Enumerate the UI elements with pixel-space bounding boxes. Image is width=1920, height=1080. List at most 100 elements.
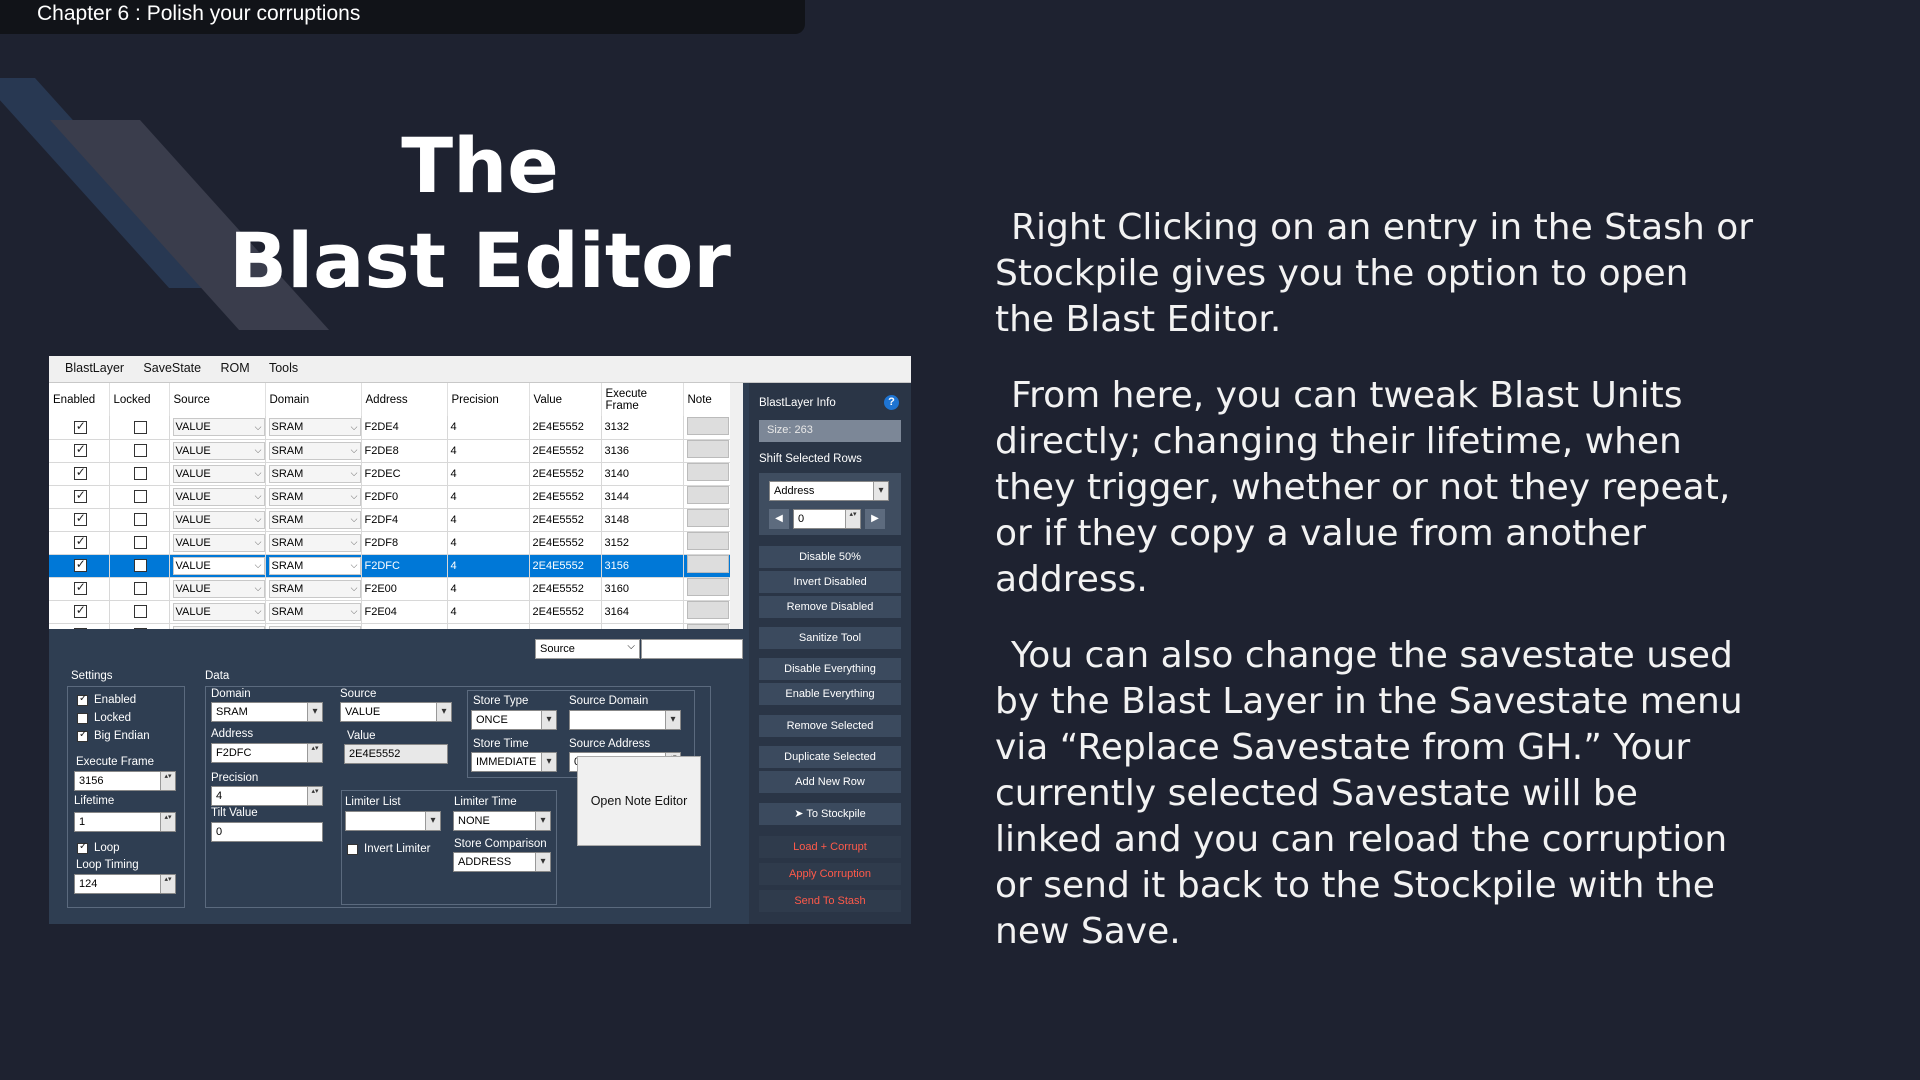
shift-right-icon[interactable]: ▶ (865, 509, 885, 529)
column-header[interactable]: Precision (447, 383, 530, 416)
limiter-time-dropdown[interactable]: NONE (453, 811, 551, 831)
source-cell[interactable]: VALUE⌵ (169, 416, 266, 440)
help-icon[interactable]: ? (884, 395, 899, 410)
source-cell[interactable]: VALUE⌵ (169, 623, 266, 629)
source-filter-dropdown[interactable]: Source (535, 639, 640, 659)
table-row[interactable]: VALUE⌵SRAM⌵F2DEC42E4E55523140 (49, 462, 731, 486)
source-cell[interactable]: VALUE⌵ (169, 531, 266, 555)
value-cell[interactable]: 2E4E5552 (529, 508, 602, 532)
domain-cell[interactable]: SRAM⌵ (265, 531, 362, 555)
enabled-cell[interactable] (49, 600, 110, 624)
source-cell[interactable]: VALUE⌵ (169, 485, 266, 509)
address-cell[interactable]: F2DE8 (361, 439, 448, 463)
domain-cell[interactable]: SRAM⌵ (265, 416, 362, 440)
source-cell[interactable]: VALUE⌵ (169, 600, 266, 624)
domain-cell[interactable]: SRAM⌵ (265, 508, 362, 532)
address-cell[interactable]: F2E08 (361, 623, 448, 629)
note-cell[interactable] (683, 600, 731, 624)
enabled-cell[interactable] (49, 623, 110, 629)
menu-savestate[interactable]: SaveState (127, 356, 201, 375)
execute-frame-cell[interactable]: 3144 (601, 485, 684, 509)
menu-blastlayer[interactable]: BlastLayer (49, 356, 124, 375)
note-cell[interactable] (683, 462, 731, 486)
domain-dropdown[interactable]: SRAM (211, 702, 323, 722)
table-row[interactable]: VALUE⌵SRAM⌵F2DF442E4E55523148 (49, 508, 731, 532)
source-cell[interactable]: VALUE⌵ (169, 554, 266, 578)
loop-timing-input[interactable]: 124 (74, 874, 176, 894)
column-header[interactable]: Note (683, 383, 731, 416)
note-cell[interactable] (683, 531, 731, 555)
address-input[interactable]: F2DFC (211, 743, 323, 763)
enabled-cell[interactable] (49, 531, 110, 555)
source-cell[interactable]: VALUE⌵ (169, 462, 266, 486)
precision-cell[interactable]: 4 (447, 554, 530, 578)
shift-left-icon[interactable]: ◀ (769, 509, 789, 529)
open-note-editor-button[interactable]: Open Note Editor (577, 756, 701, 846)
execute-frame-cell[interactable]: 3136 (601, 439, 684, 463)
duplicate-selected-button[interactable]: Duplicate Selected (759, 746, 901, 768)
note-button[interactable] (686, 578, 729, 596)
store-comparison-dropdown[interactable]: ADDRESS (453, 852, 551, 872)
value-cell[interactable]: 2E4E5552 (529, 416, 602, 440)
locked-cell[interactable] (109, 416, 170, 440)
enabled-cell[interactable] (49, 462, 110, 486)
locked-cell[interactable] (109, 462, 170, 486)
note-button[interactable] (686, 486, 729, 504)
precision-cell[interactable]: 4 (447, 485, 530, 509)
value-cell[interactable]: 2E4E5552 (529, 554, 602, 578)
table-row[interactable]: VALUE⌵SRAM⌵F2E0042E4E55523160 (49, 577, 731, 601)
value-cell[interactable]: 2E4E5552 (529, 439, 602, 463)
limiter-list-dropdown[interactable] (345, 811, 441, 831)
source-cell[interactable]: VALUE⌵ (169, 577, 266, 601)
filter-input[interactable] (641, 639, 743, 659)
table-row[interactable]: VALUE⌵SRAM⌵F2DE442E4E55523132 (49, 416, 731, 440)
execute-frame-cell[interactable]: 3152 (601, 531, 684, 555)
address-cell[interactable]: F2E00 (361, 577, 448, 601)
address-cell[interactable]: F2DEC (361, 462, 448, 486)
precision-cell[interactable]: 4 (447, 531, 530, 555)
domain-cell[interactable]: SRAM⌵ (265, 554, 362, 578)
locked-cell[interactable] (109, 439, 170, 463)
remove-selected-button[interactable]: Remove Selected (759, 715, 901, 737)
precision-cell[interactable]: 4 (447, 508, 530, 532)
execute-frame-input[interactable]: 3156 (74, 771, 176, 791)
enabled-cell[interactable] (49, 577, 110, 601)
precision-cell[interactable]: 4 (447, 623, 530, 629)
precision-cell[interactable]: 4 (447, 462, 530, 486)
table-row[interactable]: VALUE⌵SRAM⌵F2DE842E4E55523136 (49, 439, 731, 463)
column-header[interactable]: Address (361, 383, 448, 416)
note-cell[interactable] (683, 416, 731, 440)
store-time-dropdown[interactable]: IMMEDIATE (471, 752, 557, 772)
locked-cell[interactable] (109, 623, 170, 629)
note-button[interactable] (686, 416, 729, 435)
menu-rom[interactable]: ROM (204, 356, 249, 375)
value-cell[interactable]: 2E4E5552 (529, 577, 602, 601)
column-header[interactable]: Domain (265, 383, 362, 416)
sanitize-tool-button[interactable]: Sanitize Tool (759, 627, 901, 649)
value-cell[interactable]: 2E4E5552 (529, 600, 602, 624)
note-cell[interactable] (683, 577, 731, 601)
locked-cell[interactable] (109, 531, 170, 555)
remove-disabled-button[interactable]: Remove Disabled (759, 596, 901, 618)
execute-frame-cell[interactable]: 3156 (601, 554, 684, 578)
enabled-cell[interactable] (49, 485, 110, 509)
domain-cell[interactable]: SRAM⌵ (265, 462, 362, 486)
send-to-stash-button[interactable]: Send To Stash (759, 890, 901, 912)
table-row[interactable]: VALUE⌵SRAM⌵F2DF842E4E55523152 (49, 531, 731, 555)
lifetime-input[interactable]: 1 (74, 812, 176, 832)
table-row[interactable]: VALUE⌵SRAM⌵F2E0842E4E55523168 (49, 623, 731, 629)
precision-cell[interactable]: 4 (447, 416, 530, 440)
store-type-dropdown[interactable]: ONCE (471, 710, 557, 730)
value-cell[interactable]: 2E4E5552 (529, 623, 602, 629)
shift-amount-input[interactable]: 0 (793, 509, 861, 529)
locked-cell[interactable] (109, 485, 170, 509)
to-stockpile-button[interactable]: ➤ To Stockpile (759, 803, 901, 825)
column-header[interactable]: Locked (109, 383, 170, 416)
note-button[interactable] (686, 601, 729, 619)
execute-frame-cell[interactable]: 3160 (601, 577, 684, 601)
menu-tools[interactable]: Tools (253, 356, 298, 375)
tilt-value-input[interactable]: 0 (211, 822, 323, 842)
source-domain-dropdown[interactable] (569, 710, 681, 730)
precision-cell[interactable]: 4 (447, 439, 530, 463)
execute-frame-cell[interactable]: 3140 (601, 462, 684, 486)
